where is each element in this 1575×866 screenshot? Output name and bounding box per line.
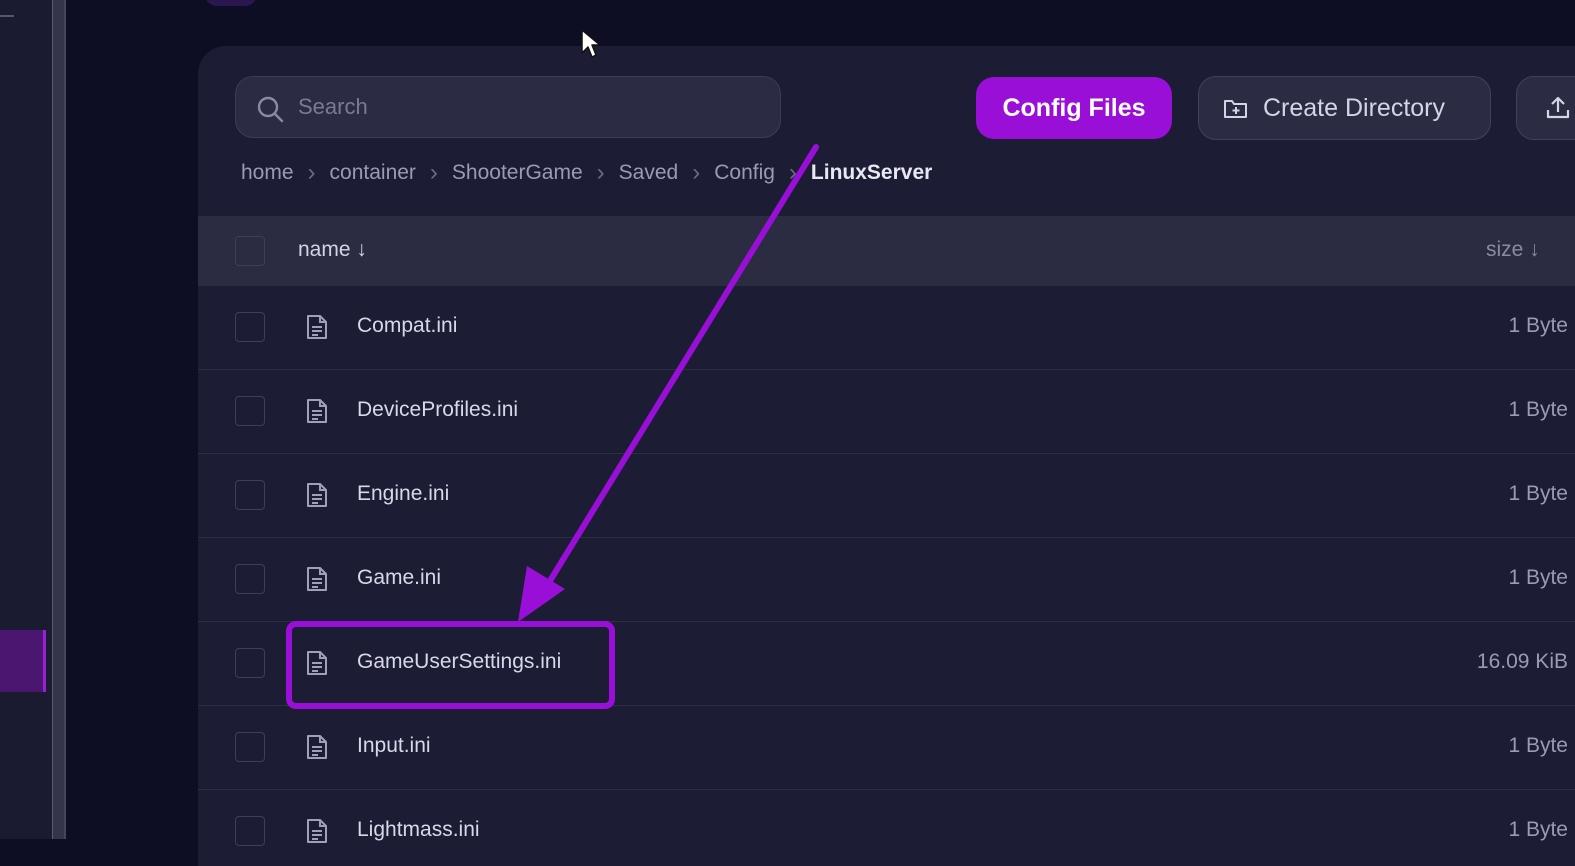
create-directory-label: Create Directory xyxy=(1263,93,1445,122)
row-checkbox[interactable] xyxy=(235,480,265,510)
chevron-right-icon: › xyxy=(596,159,605,186)
breadcrumb-current: LinuxServer xyxy=(810,161,933,184)
search-icon xyxy=(257,96,284,123)
file-text-icon xyxy=(307,483,327,507)
file-size: 1 Byte xyxy=(1508,818,1568,841)
file-size: 1 Byte xyxy=(1508,398,1568,421)
row-checkbox[interactable] xyxy=(235,312,265,342)
table-row[interactable]: Lightmass.ini 1 Byte xyxy=(198,790,1575,866)
row-checkbox[interactable] xyxy=(235,732,265,762)
file-size: 1 Byte xyxy=(1508,566,1568,589)
file-text-icon xyxy=(307,735,327,759)
column-header-size[interactable]: size ↓ xyxy=(1486,238,1540,262)
file-manager-panel: Config Files Create Directory home › con… xyxy=(198,46,1575,866)
table-header: name ↓ size ↓ xyxy=(198,216,1575,286)
breadcrumb: home › container › ShooterGame › Saved ›… xyxy=(241,156,932,190)
create-directory-button[interactable]: Create Directory xyxy=(1198,76,1491,140)
row-checkbox[interactable] xyxy=(235,648,265,678)
top-nav-pill[interactable] xyxy=(205,0,257,6)
select-all-checkbox[interactable] xyxy=(235,236,265,266)
annotation-highlight-box xyxy=(286,621,615,709)
breadcrumb-container[interactable]: container xyxy=(330,161,416,185)
sidebar-collapse-indicator[interactable] xyxy=(0,15,14,17)
breadcrumb-home[interactable]: home xyxy=(241,161,294,185)
upload-button[interactable] xyxy=(1516,76,1575,140)
folder-plus-icon xyxy=(1224,100,1247,118)
file-name[interactable]: Game.ini xyxy=(357,566,441,590)
table-row[interactable]: Game.ini 1 Byte xyxy=(198,538,1575,622)
file-size: 16.09 KiB xyxy=(1476,650,1568,673)
column-header-name[interactable]: name ↓ xyxy=(298,238,367,262)
sidebar-item-active[interactable] xyxy=(0,630,46,692)
breadcrumb-config[interactable]: Config xyxy=(714,161,775,185)
file-name[interactable]: DeviceProfiles.ini xyxy=(357,398,518,422)
breadcrumb-saved[interactable]: Saved xyxy=(619,161,679,185)
search-input[interactable] xyxy=(298,77,758,137)
file-name[interactable]: Compat.ini xyxy=(357,314,457,338)
breadcrumb-shootergame[interactable]: ShooterGame xyxy=(452,161,583,185)
upload-icon xyxy=(1546,96,1570,119)
file-name[interactable]: Input.ini xyxy=(357,734,431,758)
file-text-icon xyxy=(307,819,327,843)
file-text-icon xyxy=(307,567,327,591)
file-name[interactable]: Engine.ini xyxy=(357,482,449,506)
file-text-icon xyxy=(307,399,327,423)
config-files-button[interactable]: Config Files xyxy=(976,77,1172,139)
search-box[interactable] xyxy=(235,76,781,138)
chevron-right-icon: › xyxy=(307,159,316,186)
file-size: 1 Byte xyxy=(1508,482,1568,505)
chevron-right-icon: › xyxy=(692,159,701,186)
sidebar xyxy=(0,0,52,839)
chevron-right-icon: › xyxy=(788,159,797,186)
table-row[interactable]: DeviceProfiles.ini 1 Byte xyxy=(198,370,1575,454)
file-size: 1 Byte xyxy=(1508,734,1568,757)
row-checkbox[interactable] xyxy=(235,816,265,846)
table-row[interactable]: Engine.ini 1 Byte xyxy=(198,454,1575,538)
chevron-right-icon: › xyxy=(429,159,438,186)
file-text-icon xyxy=(307,315,327,339)
row-checkbox[interactable] xyxy=(235,396,265,426)
row-checkbox[interactable] xyxy=(235,564,265,594)
file-size: 1 Byte xyxy=(1508,314,1568,337)
sidebar-resize-handle[interactable] xyxy=(52,0,66,839)
table-row[interactable]: Input.ini 1 Byte xyxy=(198,706,1575,790)
table-row[interactable]: Compat.ini 1 Byte xyxy=(198,286,1575,370)
mouse-cursor-icon xyxy=(581,29,601,58)
file-name[interactable]: Lightmass.ini xyxy=(357,818,480,842)
